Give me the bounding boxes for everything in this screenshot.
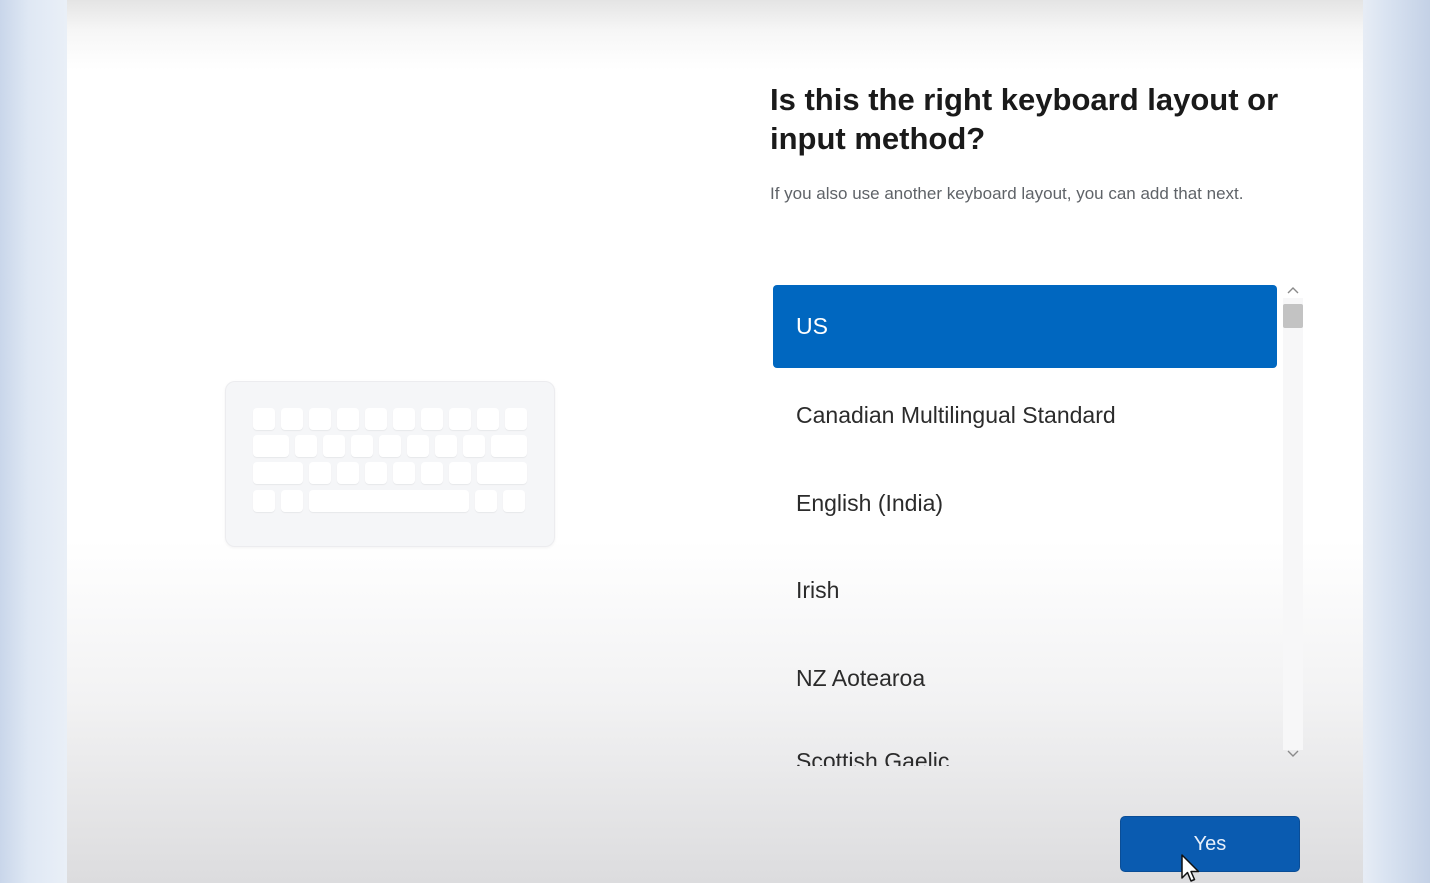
chevron-up-icon[interactable]	[1285, 284, 1301, 298]
list-item-label: English (India)	[796, 490, 944, 516]
list-item-label: Scottish Gaelic	[796, 748, 950, 766]
page-subtitle: If you also use another keyboard layout,…	[770, 184, 1244, 203]
list-scrollbar[interactable]	[1281, 284, 1305, 766]
scroll-thumb[interactable]	[1283, 304, 1303, 328]
list-item-scottish-gaelic[interactable]: Scottish Gaelic	[773, 720, 1277, 766]
scroll-track[interactable]	[1283, 298, 1303, 750]
list-item-label: US	[796, 313, 828, 339]
list-item-us[interactable]: US	[773, 285, 1277, 368]
list-item-nz-aotearoa[interactable]: NZ Aotearoa	[773, 637, 1277, 720]
list-item-label: Canadian Multilingual Standard	[796, 402, 1116, 428]
list-item-label: Irish	[796, 577, 840, 603]
chevron-down-icon[interactable]	[1285, 748, 1301, 762]
keyboard-icon	[225, 381, 555, 547]
list-item-label: NZ Aotearoa	[796, 665, 926, 691]
list-item-english-india[interactable]: English (India)	[773, 462, 1277, 545]
list-item-irish[interactable]: Irish	[773, 549, 1277, 632]
yes-button[interactable]: Yes	[1120, 816, 1300, 872]
keyboard-layout-list[interactable]: US Canadian Multilingual Standard Englis…	[773, 284, 1305, 766]
setup-window: Is this the right keyboard layout or inp…	[67, 0, 1363, 883]
page-title: Is this the right keyboard layout or inp…	[770, 82, 1279, 156]
list-item-canadian-multilingual-standard[interactable]: Canadian Multilingual Standard	[773, 374, 1277, 457]
